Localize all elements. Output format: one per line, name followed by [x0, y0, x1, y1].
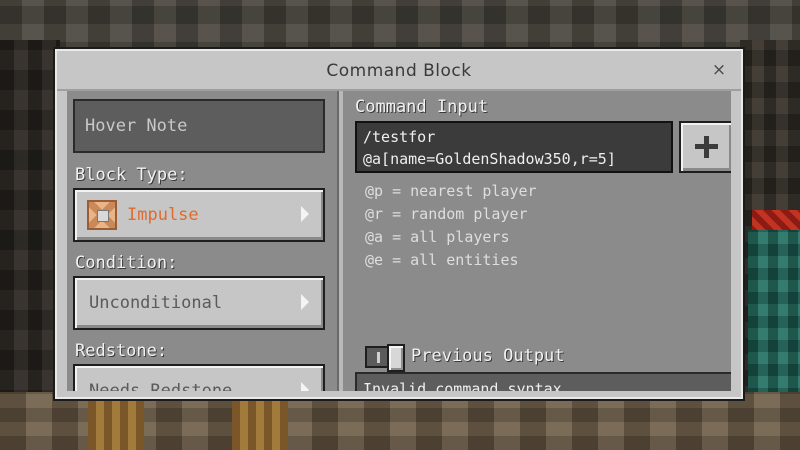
output-text: Invalid command syntax [363, 380, 562, 391]
redstone-label: Redstone: [75, 341, 168, 361]
plus-icon [695, 144, 718, 149]
selector-hint: @a = all players [365, 228, 510, 246]
chevron-right-icon [301, 206, 309, 222]
redstone-selector[interactable]: Needs Redstone [73, 364, 325, 391]
command-input-label: Command Input [355, 97, 489, 117]
chevron-right-icon [301, 294, 309, 310]
background-wood-post [232, 392, 288, 450]
previous-output-box: Invalid command syntax [355, 372, 731, 391]
toggle-off-mark [377, 352, 380, 363]
title-bar: Command Block × [57, 51, 741, 91]
condition-label: Condition: [75, 253, 178, 273]
block-type-value: Impulse [127, 205, 199, 225]
chevron-right-icon [301, 382, 309, 391]
block-type-label: Block Type: [75, 165, 188, 185]
command-input-field[interactable]: /testfor @a[name=GoldenShadow350,r=5] [355, 121, 673, 173]
column-divider [337, 91, 343, 391]
hover-note-input[interactable]: Hover Note [73, 99, 325, 153]
previous-output-toggle[interactable] [365, 344, 405, 372]
close-icon[interactable]: × [709, 60, 729, 80]
left-column: Hover Note Block Type: Impulse Condition… [71, 95, 329, 391]
condition-value: Unconditional [89, 293, 223, 313]
dialog-body: Hover Note Block Type: Impulse Condition… [67, 91, 731, 391]
background-teal-block [748, 230, 800, 400]
right-column: Command Input /testfor @a[name=GoldenSha… [349, 91, 731, 391]
command-block-dialog: Command Block × Hover Note Block Type: I… [55, 49, 743, 399]
add-button[interactable] [679, 121, 731, 173]
condition-selector[interactable]: Unconditional [73, 276, 325, 330]
background-wall-left [0, 40, 60, 450]
toggle-knob[interactable] [387, 344, 405, 372]
selector-hint: @p = nearest player [365, 182, 537, 200]
background-wood-post [88, 392, 144, 450]
command-block-icon [87, 200, 117, 230]
redstone-value: Needs Redstone [89, 381, 233, 391]
selector-hint: @e = all entities [365, 251, 519, 269]
previous-output-label: Previous Output [411, 346, 565, 366]
selector-hint: @r = random player [365, 205, 528, 223]
dialog-title: Command Block [326, 61, 472, 81]
block-type-selector[interactable]: Impulse [73, 188, 325, 242]
